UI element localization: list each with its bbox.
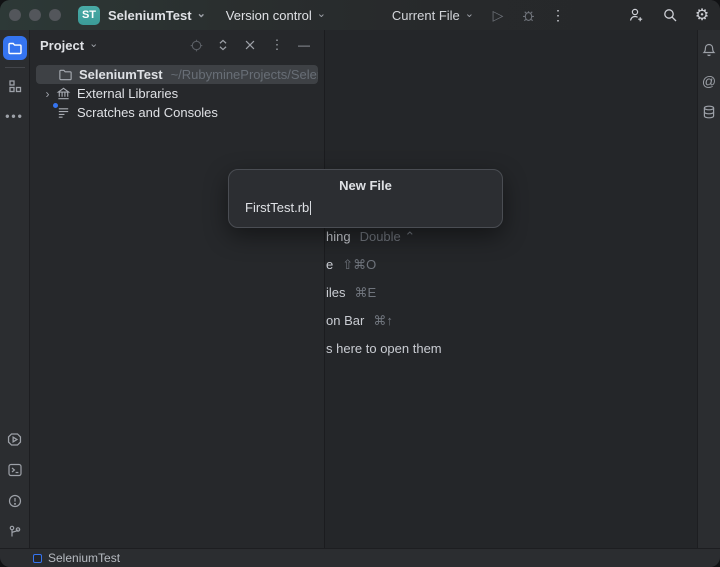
- chevron-down-icon: ⌄: [197, 9, 206, 20]
- vcs-widget-label: Version control: [226, 8, 312, 23]
- tree-row-project-root[interactable]: SeleniumTest ~/RubymineProjects/Selenium…: [36, 65, 318, 84]
- ai-assistant-button[interactable]: @: [698, 70, 720, 92]
- search-everywhere-button[interactable]: [658, 3, 682, 27]
- more-icon: •••: [5, 109, 24, 123]
- chevron-right-icon[interactable]: ›: [40, 87, 55, 101]
- services-icon: [6, 431, 23, 448]
- zoom-window-button[interactable]: [49, 9, 61, 21]
- chevron-down-icon: ⌄: [317, 9, 326, 20]
- expand-all-button[interactable]: [213, 35, 233, 55]
- code-with-me-button[interactable]: [624, 3, 648, 27]
- bell-icon: [701, 42, 717, 58]
- terminal-icon: [7, 462, 23, 478]
- hint-shortcut: ⌘↑: [373, 313, 393, 329]
- title-bar: ST SeleniumTest ⌄ Version control ⌄ Curr…: [0, 0, 720, 30]
- debug-button[interactable]: [516, 3, 540, 27]
- chevron-down-icon: ⌄: [465, 9, 474, 20]
- text-caret: [310, 201, 311, 215]
- minimize-window-button[interactable]: [29, 9, 41, 21]
- settings-button[interactable]: ⚙: [690, 3, 714, 27]
- hint-shortcut: Double ⌃: [360, 229, 416, 245]
- project-root-name: SeleniumTest: [79, 67, 163, 82]
- hide-panel-button[interactable]: —: [294, 35, 314, 55]
- status-project-icon: [33, 554, 42, 563]
- git-tool-window-button[interactable]: [3, 520, 27, 544]
- new-file-name-input[interactable]: FirstTest.rb: [245, 200, 488, 215]
- hint-label-fragment: s here to open them: [326, 341, 442, 356]
- structure-icon: [7, 78, 23, 94]
- external-libraries-label: External Libraries: [77, 86, 178, 101]
- new-file-dialog: New File FirstTest.rb: [228, 169, 503, 228]
- tree-row-external-libraries[interactable]: › External Libraries: [30, 84, 324, 103]
- new-file-name-value: FirstTest.rb: [245, 200, 309, 215]
- run-button[interactable]: ▷: [486, 3, 510, 27]
- hint-label-fragment: hing: [326, 229, 351, 244]
- hint-shortcut: ⇧⌘O: [342, 257, 376, 273]
- status-bar: SeleniumTest: [0, 548, 720, 567]
- tree-row-scratches[interactable]: Scratches and Consoles: [30, 103, 324, 122]
- structure-tool-window-button[interactable]: [3, 74, 27, 98]
- libraries-icon: [55, 86, 71, 102]
- gear-icon: ⚙: [695, 5, 709, 25]
- project-widget-label: SeleniumTest: [108, 8, 192, 23]
- notifications-button[interactable]: [698, 39, 720, 61]
- scratches-label: Scratches and Consoles: [77, 105, 218, 120]
- toolbar-separator: [5, 67, 25, 68]
- scratches-badge: [52, 102, 59, 109]
- collapse-all-icon: [243, 38, 257, 52]
- collapse-all-button[interactable]: [240, 35, 260, 55]
- panel-options-button[interactable]: ⋮: [267, 35, 287, 55]
- project-widget[interactable]: SeleniumTest ⌄: [102, 4, 212, 27]
- project-tool-window-button[interactable]: [3, 36, 27, 60]
- git-branch-icon: [7, 524, 23, 540]
- expand-all-icon: [216, 38, 230, 52]
- right-tool-window-bar: @: [697, 30, 720, 548]
- status-project-name[interactable]: SeleniumTest: [48, 551, 120, 565]
- search-icon: [662, 7, 678, 23]
- editor-hint-row: e ⇧⌘O: [326, 257, 376, 273]
- new-file-dialog-title: New File: [229, 178, 502, 193]
- problems-tool-window-button[interactable]: [3, 489, 27, 513]
- services-tool-window-button[interactable]: [3, 427, 27, 451]
- hint-label-fragment: on Bar: [326, 313, 364, 328]
- window-controls[interactable]: [9, 9, 61, 21]
- project-root-path: ~/RubymineProjects/SeleniumTest: [171, 67, 318, 82]
- project-tree: SeleniumTest ~/RubymineProjects/Selenium…: [30, 65, 324, 122]
- folder-icon: [7, 40, 23, 56]
- terminal-tool-window-button[interactable]: [3, 458, 27, 482]
- hint-label-fragment: iles: [326, 285, 346, 300]
- folder-icon: [57, 67, 73, 83]
- editor-hint-row: s here to open them: [326, 341, 442, 356]
- project-icon-badge[interactable]: ST: [78, 6, 100, 25]
- locate-icon: [189, 38, 204, 53]
- more-actions-button[interactable]: ⋮: [546, 3, 570, 27]
- project-tool-window: Project ⌄ ⋮: [30, 30, 325, 548]
- project-panel-title[interactable]: Project: [40, 38, 84, 53]
- run-configuration-selector[interactable]: Current File ⌄: [386, 5, 480, 26]
- add-user-icon: [628, 7, 644, 23]
- vcs-widget[interactable]: Version control ⌄: [220, 4, 332, 27]
- bug-icon: [521, 8, 536, 23]
- close-window-button[interactable]: [9, 9, 21, 21]
- ai-assistant-icon: @: [702, 73, 716, 89]
- scratches-icon: [55, 105, 71, 121]
- left-tool-window-bar: •••: [0, 30, 30, 548]
- project-panel-header: Project ⌄ ⋮: [30, 30, 324, 60]
- run-configuration-label: Current File: [392, 8, 460, 23]
- editor-hint-row: hing Double ⌃: [326, 229, 415, 245]
- select-opened-file-button[interactable]: [186, 35, 206, 55]
- hint-shortcut: ⌘E: [355, 285, 377, 301]
- database-icon: [701, 104, 717, 120]
- problems-icon: [7, 493, 23, 509]
- database-button[interactable]: [698, 101, 720, 123]
- more-tool-windows-button[interactable]: •••: [3, 104, 27, 128]
- editor-hint-row: on Bar ⌘↑: [326, 313, 393, 329]
- editor-hint-row: iles ⌘E: [326, 285, 376, 301]
- chevron-down-icon[interactable]: ⌄: [89, 39, 98, 50]
- rubymine-window: ST SeleniumTest ⌄ Version control ⌄ Curr…: [0, 0, 720, 567]
- hint-label-fragment: e: [326, 257, 333, 272]
